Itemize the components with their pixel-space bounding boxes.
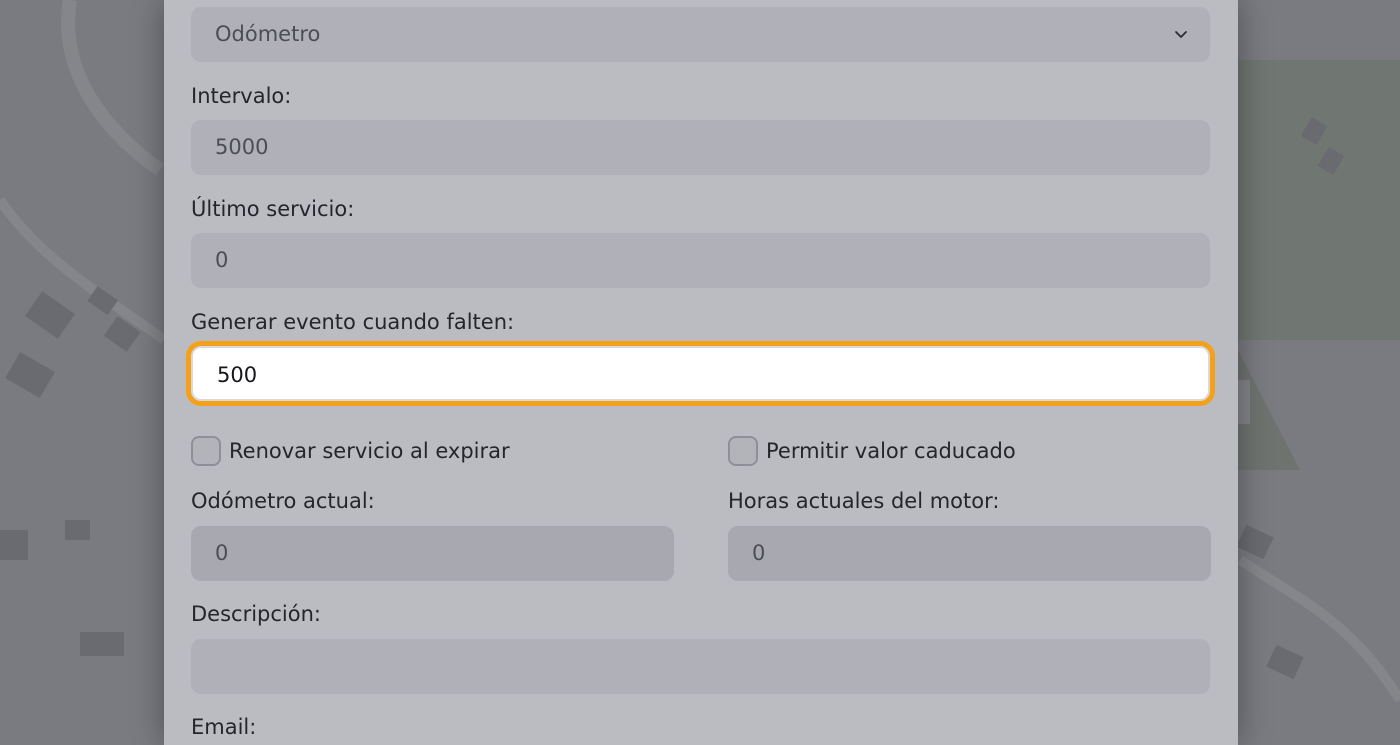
interval-value: 5000 xyxy=(215,135,269,159)
current-odometer-label: Odómetro actual: xyxy=(191,489,375,513)
current-odometer-input[interactable]: 0 xyxy=(191,526,674,581)
event-threshold-label: Generar evento cuando falten: xyxy=(191,310,515,334)
allow-expired-checkbox[interactable] xyxy=(728,436,758,466)
event-threshold-value: 500 xyxy=(217,363,258,387)
maintenance-form-modal: Odómetro Intervalo: 5000 Último servicio… xyxy=(164,0,1238,745)
renew-service-label: Renovar servicio al expirar xyxy=(229,439,510,463)
chevron-down-icon xyxy=(1175,31,1187,38)
description-input[interactable] xyxy=(191,639,1210,694)
interval-label: Intervalo: xyxy=(191,84,292,108)
allow-expired-label: Permitir valor caducado xyxy=(766,439,1016,463)
event-threshold-input[interactable]: 500 xyxy=(191,346,1210,401)
current-engine-hours-label: Horas actuales del motor: xyxy=(728,489,1000,513)
last-service-input[interactable]: 0 xyxy=(191,233,1210,288)
interval-input[interactable]: 5000 xyxy=(191,120,1210,175)
current-engine-hours-input[interactable]: 0 xyxy=(728,526,1211,581)
renew-service-checkbox[interactable] xyxy=(191,436,221,466)
allow-expired-option[interactable]: Permitir valor caducado xyxy=(728,436,1016,466)
email-label: Email: xyxy=(191,715,257,739)
last-service-value: 0 xyxy=(215,248,229,272)
current-engine-hours-value: 0 xyxy=(752,541,766,565)
type-select[interactable]: Odómetro xyxy=(191,7,1210,62)
current-odometer-value: 0 xyxy=(215,541,229,565)
renew-service-option[interactable]: Renovar servicio al expirar xyxy=(191,436,510,466)
description-label: Descripción: xyxy=(191,602,321,626)
last-service-label: Último servicio: xyxy=(191,197,355,221)
type-select-value: Odómetro xyxy=(215,22,321,46)
